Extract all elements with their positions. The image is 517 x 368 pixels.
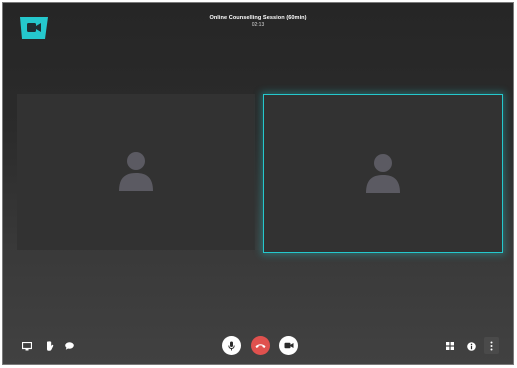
camera-button[interactable] (279, 336, 298, 355)
session-header: Online Counselling Session (60min) 02:13 (3, 14, 513, 29)
chat-button[interactable] (63, 340, 75, 352)
participant-tile[interactable] (17, 94, 255, 250)
more-options-icon (490, 341, 493, 350)
video-call-window: Online Counselling Session (60min) 02:13 (2, 2, 514, 365)
call-toolbar (3, 334, 513, 364)
raise-hand-button[interactable] (43, 340, 55, 352)
microphone-button[interactable] (222, 336, 241, 355)
session-title: Online Counselling Session (60min) (209, 15, 307, 21)
user-avatar-icon (119, 152, 153, 191)
more-options-button[interactable] (484, 337, 499, 354)
screen-share-icon (22, 341, 32, 350)
info-button[interactable] (465, 340, 477, 352)
raise-hand-icon (46, 341, 53, 351)
microphone-icon (228, 341, 235, 350)
chat-icon (64, 342, 74, 350)
screen-share-button[interactable] (21, 340, 33, 352)
tile-view-button[interactable] (444, 340, 456, 352)
session-timer: 02:13 (251, 22, 265, 28)
participant-tile-active-speaker[interactable] (263, 94, 503, 253)
info-icon (466, 341, 476, 351)
hang-up-button[interactable] (251, 336, 270, 355)
camera-icon (284, 342, 293, 349)
user-avatar-icon (366, 153, 400, 193)
hang-up-icon (255, 343, 266, 348)
tile-view-icon (446, 342, 454, 350)
